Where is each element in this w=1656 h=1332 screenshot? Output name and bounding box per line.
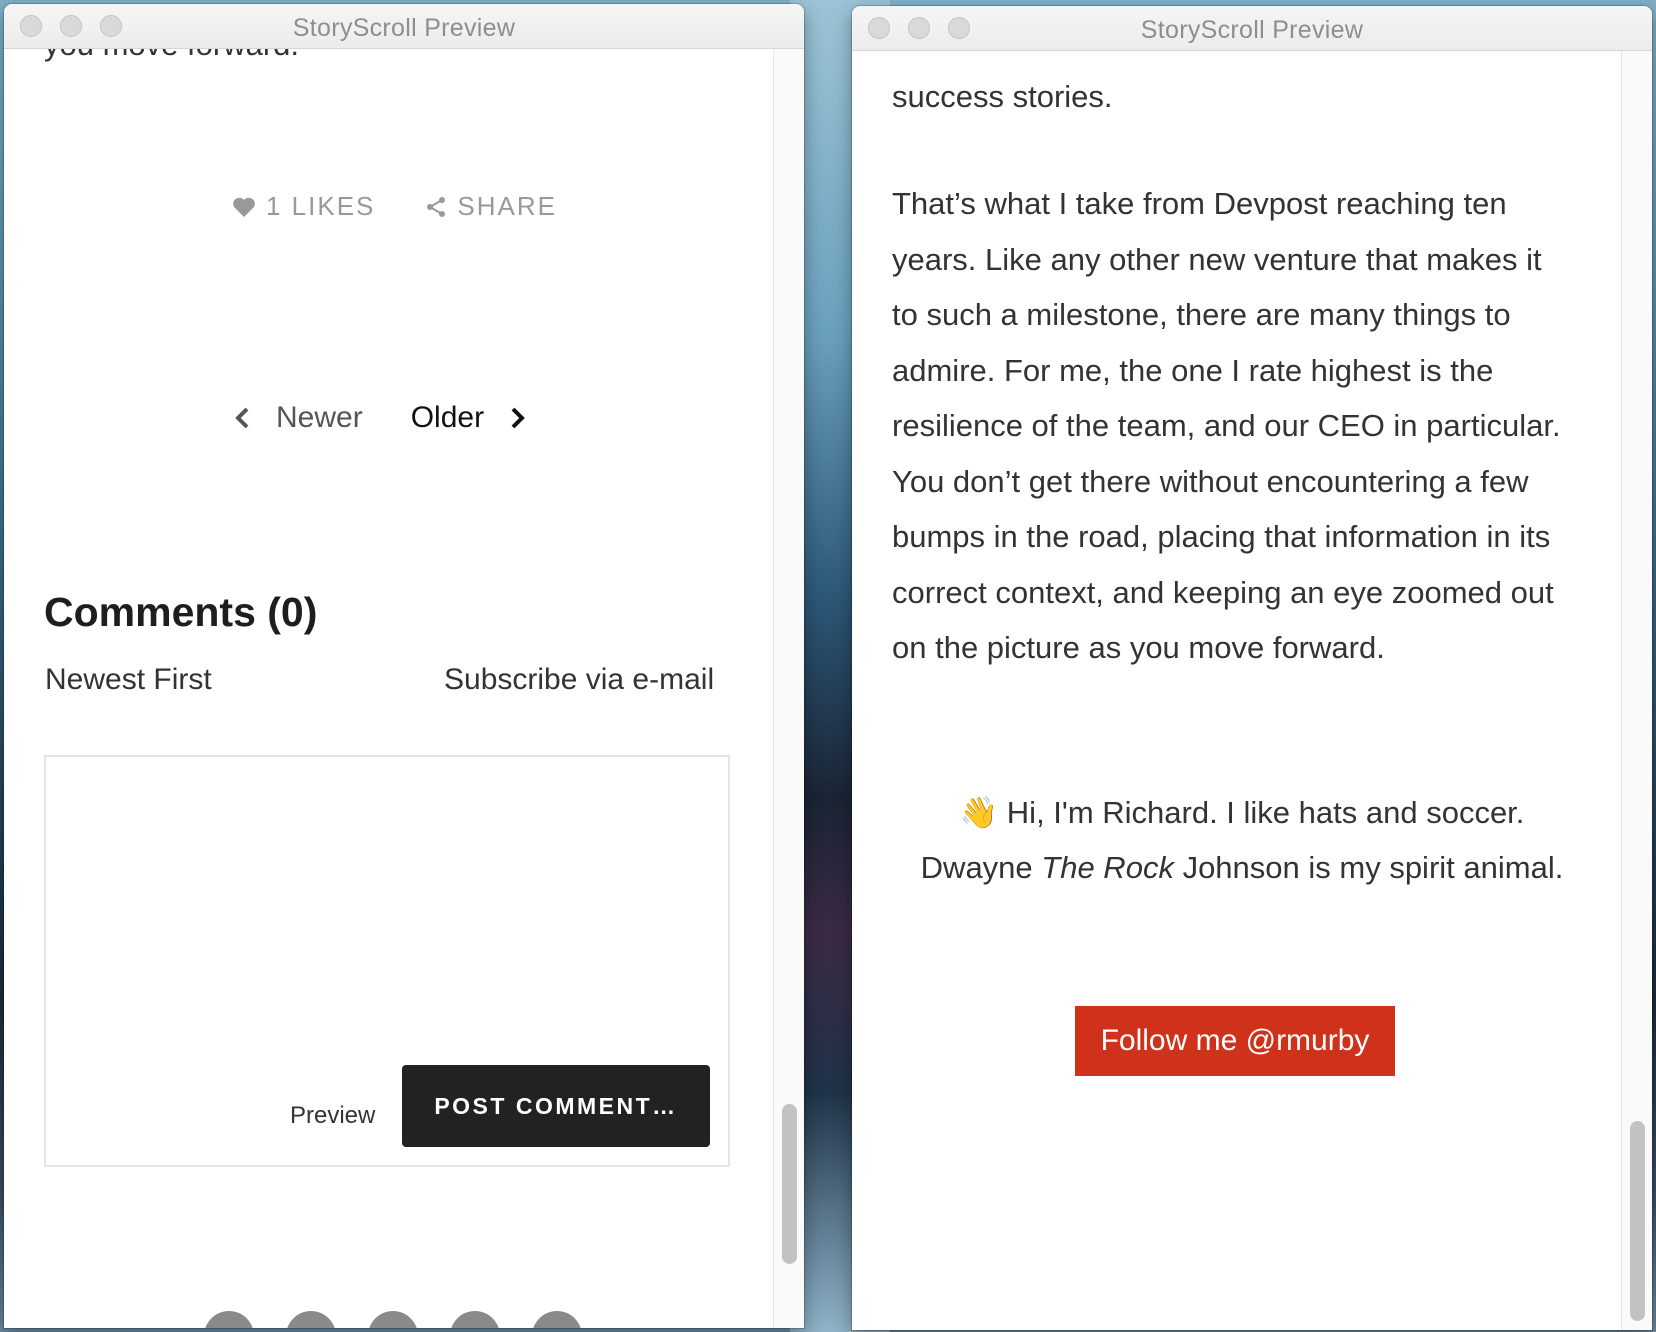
social-links (204, 1311, 582, 1328)
bio-post: Johnson is my spirit animal. (1173, 850, 1564, 885)
preview-window-right: StoryScroll Preview success stories. Tha… (852, 6, 1652, 1330)
scrollbar[interactable] (773, 49, 804, 1328)
preview-link[interactable]: Preview (290, 1102, 375, 1130)
subscribe-email-link[interactable]: Subscribe via e-mail (444, 663, 714, 697)
article-text-fragment: you move forward. (44, 49, 299, 63)
scrollbar-thumb[interactable] (782, 1104, 797, 1264)
like-button[interactable]: 1 LIKES (232, 191, 375, 222)
comments-heading: Comments (0) (44, 589, 318, 635)
bio-pre: Dwayne (920, 850, 1042, 885)
window-title: StoryScroll Preview (1140, 16, 1364, 44)
social-icon[interactable] (368, 1311, 418, 1328)
author-bio: 👋 Hi, I'm Richard. I like hats and socce… (902, 785, 1582, 895)
social-icon[interactable] (450, 1311, 500, 1328)
social-icon[interactable] (286, 1311, 336, 1328)
page-content: you move forward. 1 LIKES SHARE Newer (4, 49, 774, 1328)
waving-hand-icon: 👋 (959, 795, 999, 830)
sort-newest-first[interactable]: Newest First (45, 663, 212, 697)
older-label: Older (410, 401, 485, 434)
scrollbar[interactable] (1621, 51, 1652, 1330)
social-icon[interactable] (532, 1311, 582, 1328)
post-actions: 1 LIKES SHARE (232, 191, 557, 222)
article-paragraph: That’s what I take from Devpost reaching… (892, 186, 1561, 665)
window-title: StoryScroll Preview (292, 14, 516, 42)
preview-window-left: StoryScroll Preview you move forward. 1 … (4, 4, 804, 1328)
title-bar: StoryScroll Preview (852, 6, 1652, 51)
older-link[interactable]: Older (411, 401, 526, 435)
social-icon[interactable] (204, 1311, 254, 1328)
share-icon (425, 196, 447, 218)
share-label: SHARE (457, 191, 557, 221)
follow-button[interactable]: Follow me @rmurby (1075, 1006, 1395, 1076)
share-button[interactable]: SHARE (425, 191, 557, 222)
comment-input-box[interactable]: Preview POST COMMENT… (44, 755, 730, 1167)
scrollbar-thumb[interactable] (1630, 1121, 1645, 1321)
page-content: success stories. That’s what I take from… (852, 51, 1622, 1330)
article-paragraph-tail: success stories. (892, 79, 1113, 114)
bio-line: Hi, I'm Richard. I like hats and soccer. (1006, 795, 1525, 830)
post-comment-button[interactable]: POST COMMENT… (402, 1065, 710, 1147)
title-bar: StoryScroll Preview (4, 4, 804, 49)
likes-count: 1 LIKES (266, 191, 376, 221)
bio-emphasis: The Rock (1041, 850, 1174, 885)
post-pagination: Newer Older (234, 401, 526, 435)
newer-label: Newer (276, 401, 363, 434)
chevron-left-icon (234, 406, 250, 430)
newer-link[interactable]: Newer (234, 401, 363, 435)
heart-icon (232, 196, 256, 218)
chevron-right-icon (510, 406, 526, 430)
